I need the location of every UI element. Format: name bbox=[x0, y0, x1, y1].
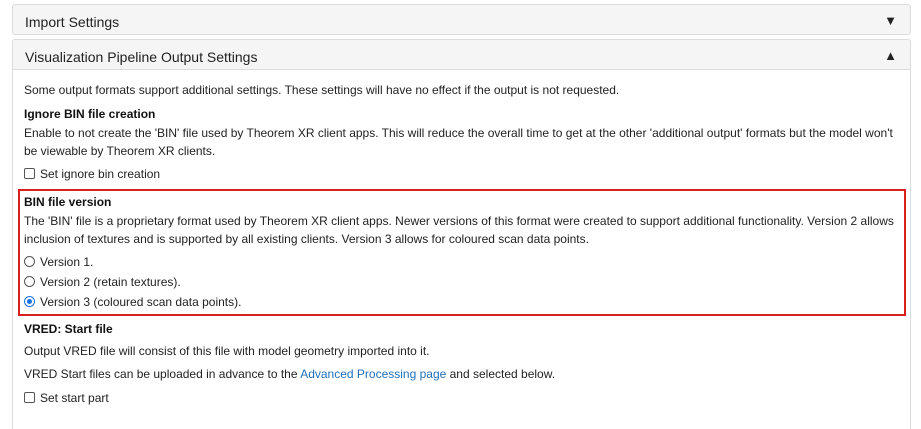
bin-version-heading: BIN file version bbox=[24, 195, 112, 209]
advanced-processing-link[interactable]: Advanced Processing page bbox=[300, 367, 446, 381]
ignore-bin-description: Enable to not create the 'BIN' file used… bbox=[24, 126, 893, 158]
vred-description-line2: VRED Start files can be uploaded in adva… bbox=[24, 365, 555, 383]
visualization-pipeline-title: Visualization Pipeline Output Settings bbox=[25, 49, 258, 65]
intro-text: Some output formats support additional s… bbox=[24, 83, 620, 97]
expand-caret-down-icon[interactable]: ▼ bbox=[884, 13, 897, 28]
vred-start-file-heading: VRED: Start file bbox=[24, 322, 113, 336]
ignore-bin-checkbox[interactable] bbox=[24, 168, 35, 179]
import-settings-panel-header[interactable]: Import Settings ▼ bbox=[12, 4, 911, 35]
bin-version-1-radio[interactable] bbox=[24, 256, 35, 267]
vred-line2-prefix: VRED Start files can be uploaded in adva… bbox=[24, 367, 301, 381]
bin-version-2-label[interactable]: Version 2 (retain textures). bbox=[40, 273, 181, 291]
import-settings-title: Import Settings bbox=[25, 14, 120, 30]
set-start-part-label[interactable]: Set start part bbox=[40, 389, 109, 407]
set-start-part-checkbox[interactable] bbox=[24, 392, 35, 403]
ignore-bin-heading: Ignore BIN file creation bbox=[24, 107, 156, 121]
bin-version-3-radio[interactable] bbox=[24, 296, 35, 307]
bin-version-1-label[interactable]: Version 1. bbox=[40, 253, 93, 271]
bin-version-description: The 'BIN' file is a proprietary format u… bbox=[24, 214, 894, 246]
ignore-bin-checkbox-label[interactable]: Set ignore bin creation bbox=[40, 165, 160, 183]
visualization-pipeline-panel-header[interactable]: Visualization Pipeline Output Settings ▲ bbox=[12, 39, 911, 70]
vred-line2-suffix: and selected below. bbox=[446, 367, 556, 381]
vred-description-line1: Output VRED file will consist of this fi… bbox=[24, 344, 430, 358]
bin-version-2-radio[interactable] bbox=[24, 276, 35, 287]
collapse-caret-up-icon[interactable]: ▲ bbox=[884, 48, 897, 63]
bin-version-3-label[interactable]: Version 3 (coloured scan data points). bbox=[40, 293, 241, 311]
